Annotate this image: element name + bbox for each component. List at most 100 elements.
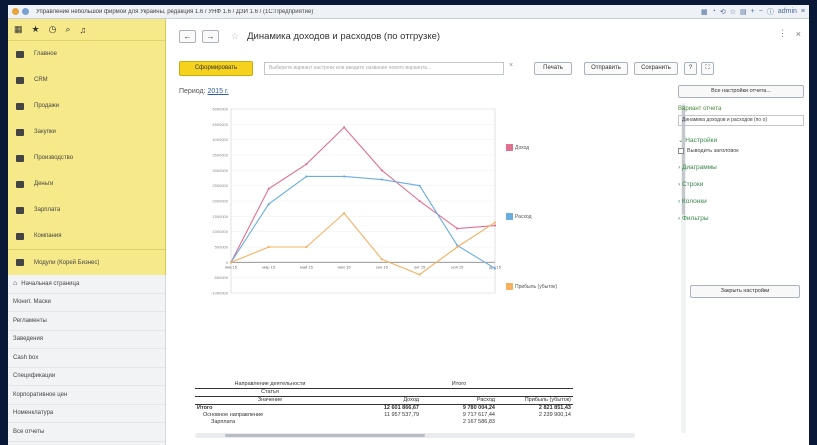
data-point xyxy=(418,273,421,276)
show-header-checkbox[interactable]: Выводить заголовок xyxy=(678,148,804,154)
clear-icon[interactable]: × xyxy=(509,62,513,69)
table-row[interactable]: Основное направление 11 957 537,79 9 717… xyxy=(195,412,573,419)
data-point xyxy=(305,175,308,178)
home-icon xyxy=(16,50,24,58)
total-header: Итого xyxy=(451,381,467,387)
forward-button[interactable]: → xyxy=(202,29,219,43)
save-button[interactable]: Сохранить xyxy=(634,62,678,75)
history-icon[interactable]: ⟲ xyxy=(720,8,726,16)
open-window-item[interactable]: Номенклатура xyxy=(8,405,165,423)
sidebar-item-modules[interactable]: Модули (Корей Бизнес) xyxy=(8,249,165,275)
x-tick-label: июл 15 xyxy=(338,264,352,269)
open-window-home[interactable]: ⌂ Начальная страница xyxy=(8,275,165,294)
star-icon[interactable]: ☆ xyxy=(730,8,736,16)
sidebar-item-crm[interactable]: CRM xyxy=(8,67,165,93)
factory-icon xyxy=(16,154,24,162)
history-icon[interactable]: ◷ xyxy=(49,24,57,35)
legend-label: Прибыль (убыток) xyxy=(515,283,558,290)
table-header-row: Значение Доход Расход Прибыль (убыток) xyxy=(195,397,573,405)
open-window-item[interactable]: Корпоративное цен xyxy=(8,386,165,405)
period-link[interactable]: 2015 г. xyxy=(207,88,228,95)
variant-label: Вариант отчета xyxy=(678,106,722,112)
generate-button[interactable]: Сформировать xyxy=(179,61,253,76)
close-icon[interactable]: × xyxy=(796,29,801,39)
y-tick-label: 4500000 xyxy=(212,122,228,127)
sidebar-item-salary[interactable]: Зарплата xyxy=(8,197,165,223)
row-name: Основное направление xyxy=(203,412,264,418)
section-settings[interactable]: ⌄ Настройки xyxy=(678,136,804,144)
row-income xyxy=(345,419,421,426)
data-point xyxy=(267,245,270,249)
print-button[interactable]: Печать xyxy=(534,62,572,75)
favorite-star-icon[interactable]: ☆ xyxy=(231,31,239,42)
data-point xyxy=(456,245,459,249)
variant-input[interactable]: Выберите вариант настроек или введите на… xyxy=(264,62,504,75)
search-icon[interactable]: ⌕ xyxy=(65,24,70,35)
income-header: Доход xyxy=(403,397,419,403)
legend-entry: Прибыль (убыток) xyxy=(506,283,557,290)
profit-header: Прибыль (убыток) xyxy=(524,397,571,403)
open-window-item[interactable]: Заведения xyxy=(8,331,165,349)
window-menu-icon[interactable]: ≡ xyxy=(801,8,805,15)
notifications-icon[interactable]: ♫ xyxy=(80,25,87,35)
open-window-item[interactable]: Спецификации xyxy=(8,368,165,386)
sidebar-item-production[interactable]: Производство xyxy=(8,145,165,171)
open-window-item[interactable]: Монит. Маски xyxy=(8,294,165,312)
data-point xyxy=(343,212,346,215)
x-tick-label: мар 15 xyxy=(262,264,276,269)
section-columns[interactable]: › Колонки xyxy=(678,198,804,205)
close-settings-button[interactable]: Закрыть настройки xyxy=(690,285,800,298)
open-window-item[interactable]: Cash box xyxy=(8,349,165,368)
x-tick-label: янв 15 xyxy=(225,264,238,269)
user-name[interactable]: admin xyxy=(778,8,797,15)
table-row: Итого 12 601 866,67 9 780 004,24 2 821 8… xyxy=(195,405,573,412)
section-diagrams[interactable]: › Диаграммы xyxy=(678,164,804,171)
x-tick-label: окт 15 xyxy=(414,264,426,269)
menu-icon[interactable] xyxy=(22,8,29,15)
y-tick-label: 1000000 xyxy=(212,229,228,234)
calendar-icon[interactable]: ▦ xyxy=(701,8,708,16)
info-icon[interactable]: ⓘ xyxy=(767,7,774,17)
calc-icon[interactable]: ▤ xyxy=(740,8,747,16)
grid-icon[interactable]: ▦ xyxy=(14,24,23,35)
variant-select[interactable]: Динамика доходов и расходов (по о) xyxy=(678,115,804,126)
open-window-item[interactable]: Все отчеты xyxy=(8,423,165,442)
sidebar-item-sales[interactable]: Продажи xyxy=(8,93,165,119)
section-filters[interactable]: › Фильтры xyxy=(678,215,804,222)
page-title: Динамика доходов и расходов (по отгрузке… xyxy=(247,30,441,42)
data-point xyxy=(305,163,308,166)
row-profit: 2 821 851,43 xyxy=(538,405,571,411)
truck-icon xyxy=(16,128,24,136)
window-tools: ▦ ◔ ⟲ ☆ ▤ + − ⓘ admin ≡ xyxy=(701,7,805,17)
back-button[interactable]: ← xyxy=(179,29,196,43)
sidebar-item-company[interactable]: Компания xyxy=(8,223,165,249)
zoom-in-icon[interactable]: + xyxy=(751,8,755,15)
table-row[interactable]: Зарплата 2 167 586,83 xyxy=(195,419,573,426)
send-button[interactable]: Отправить xyxy=(584,62,628,75)
sidebar-item-money[interactable]: Деньги xyxy=(8,171,165,197)
all-settings-button[interactable]: Все настройки отчета... xyxy=(678,85,804,98)
scroll-thumb[interactable] xyxy=(225,434,425,437)
app-logo-icon xyxy=(12,8,19,15)
data-point xyxy=(229,261,233,264)
row-profit xyxy=(497,419,573,426)
form-header: ← → ☆ Динамика доходов и расходов (по от… xyxy=(166,19,809,53)
sidebar-item-main[interactable]: Главное xyxy=(8,41,165,67)
horizontal-scrollbar[interactable] xyxy=(195,433,635,438)
bell-icon[interactable]: ◔ xyxy=(712,8,716,15)
section-rows[interactable]: › Строки xyxy=(678,181,804,188)
report-toolbar: Сформировать Выберите вариант настроек и… xyxy=(179,61,799,79)
legend-entry: Расход xyxy=(506,213,531,220)
help-button[interactable]: ? xyxy=(684,62,697,75)
sections-panel: ▦ ★ ◷ ⌕ ♫ Главное CRM Продажи Закупки Пр… xyxy=(8,19,166,275)
sidebar-item-purchases[interactable]: Закупки xyxy=(8,119,165,145)
checkbox-box[interactable] xyxy=(678,148,684,154)
x-tick-label: май 15 xyxy=(300,264,314,269)
more-icon[interactable]: ⋮ xyxy=(778,28,787,39)
zoom-out-icon[interactable]: − xyxy=(759,8,763,15)
open-window-item[interactable]: Регламенты xyxy=(8,312,165,331)
expand-button[interactable]: ⛶ xyxy=(701,62,714,75)
x-tick-label: ноя 15 xyxy=(451,264,464,269)
data-point xyxy=(305,245,308,249)
favorites-icon[interactable]: ★ xyxy=(32,24,40,35)
